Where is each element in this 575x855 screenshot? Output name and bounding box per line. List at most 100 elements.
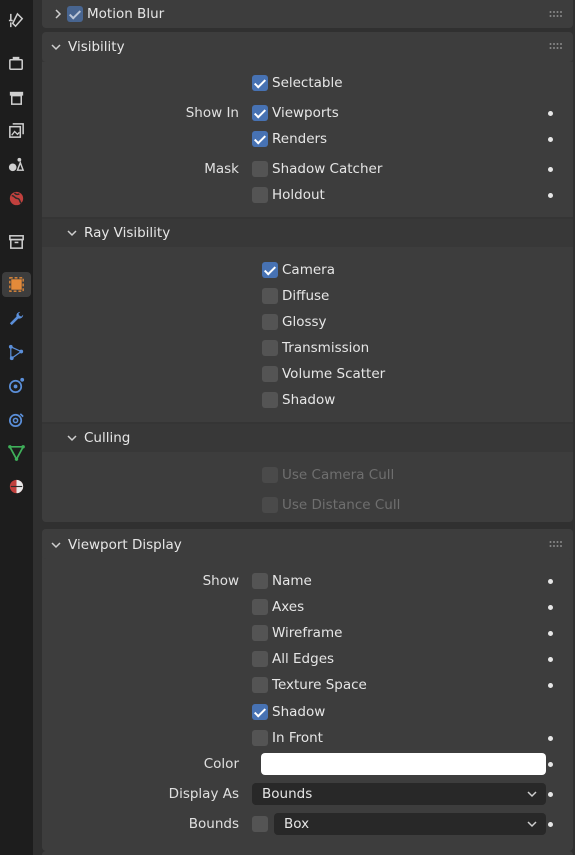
- animate-property-dot[interactable]: [548, 193, 553, 198]
- animate-property-dot[interactable]: [548, 167, 553, 172]
- data-icon[interactable]: [4, 440, 29, 465]
- motion-blur-panel: Motion Blur: [42, 0, 573, 28]
- properties-tab-bar: [0, 0, 33, 855]
- particles-icon[interactable]: [4, 340, 29, 365]
- shadow-catcher-checkbox[interactable]: [252, 161, 268, 177]
- all-edges-checkbox[interactable]: [252, 651, 268, 667]
- in-front-label: In Front: [272, 730, 323, 746]
- viewport-display-title: Viewport Display: [68, 537, 182, 553]
- transmission-ray-checkbox[interactable]: [262, 340, 278, 356]
- chevron-right-icon[interactable]: [52, 8, 64, 20]
- use-distance-cull-label: Use Distance Cull: [282, 497, 401, 513]
- animate-property-dot[interactable]: [548, 631, 553, 636]
- use-camera-cull-checkbox[interactable]: [262, 467, 278, 483]
- next-panel-edge: [42, 851, 573, 855]
- axes-checkbox[interactable]: [252, 599, 268, 615]
- visibility-panel: Visibility Selectable Show In Viewports …: [42, 32, 573, 522]
- modifier-icon[interactable]: [4, 306, 29, 331]
- color-label: Color: [203, 756, 239, 772]
- bounds-type-value: Box: [284, 816, 310, 832]
- viewport-display-header[interactable]: Viewport Display: [42, 529, 573, 559]
- culling-title: Culling: [84, 430, 131, 446]
- chevron-down-icon[interactable]: [66, 227, 78, 239]
- drag-handle-icon[interactable]: [549, 42, 563, 50]
- tool-icon[interactable]: [4, 8, 29, 33]
- volume-scatter-ray-checkbox[interactable]: [262, 366, 278, 382]
- shadow-ray-label: Shadow: [282, 392, 336, 408]
- collection-icon[interactable]: [4, 229, 29, 254]
- chevron-down-icon[interactable]: [50, 539, 62, 551]
- display-as-label: Display As: [168, 786, 239, 802]
- selectable-checkbox[interactable]: [252, 75, 268, 91]
- chevron-down-icon[interactable]: [66, 432, 78, 444]
- display-as-dropdown[interactable]: Bounds: [252, 783, 546, 805]
- chevron-down-icon[interactable]: [50, 41, 62, 53]
- camera-ray-checkbox[interactable]: [262, 262, 278, 278]
- texture-space-label: Texture Space: [272, 677, 367, 693]
- motion-blur-title: Motion Blur: [87, 6, 165, 22]
- animate-property-dot[interactable]: [548, 792, 553, 797]
- bounds-type-dropdown[interactable]: Box: [274, 813, 546, 835]
- holdout-checkbox[interactable]: [252, 187, 268, 203]
- shadow-ray-checkbox[interactable]: [262, 392, 278, 408]
- texture-space-checkbox[interactable]: [252, 677, 268, 693]
- animate-property-dot[interactable]: [548, 683, 553, 688]
- use-distance-cull-checkbox[interactable]: [262, 497, 278, 513]
- motion-blur-checkbox[interactable]: [67, 6, 83, 22]
- viewports-checkbox[interactable]: [252, 105, 268, 121]
- name-checkbox[interactable]: [252, 573, 268, 589]
- render-icon[interactable]: [4, 51, 29, 76]
- color-swatch[interactable]: [261, 753, 546, 775]
- view-layer-icon[interactable]: [4, 118, 29, 143]
- animate-property-dot[interactable]: [548, 822, 553, 827]
- axes-label: Axes: [272, 599, 305, 615]
- animate-property-dot[interactable]: [548, 111, 553, 116]
- bounds-label: Bounds: [188, 816, 239, 832]
- chevron-down-icon: [527, 791, 537, 798]
- shadow-catcher-label: Shadow Catcher: [272, 161, 383, 177]
- drag-handle-icon[interactable]: [549, 540, 563, 548]
- drag-handle-icon[interactable]: [549, 10, 563, 18]
- in-front-checkbox[interactable]: [252, 730, 268, 746]
- visibility-header[interactable]: Visibility: [42, 32, 573, 62]
- selectable-label: Selectable: [272, 75, 343, 91]
- glossy-ray-checkbox[interactable]: [262, 314, 278, 330]
- object-icon[interactable]: [2, 272, 31, 297]
- glossy-ray-label: Glossy: [282, 314, 327, 330]
- diffuse-ray-checkbox[interactable]: [262, 288, 278, 304]
- animate-property-dot[interactable]: [548, 657, 553, 662]
- renders-checkbox[interactable]: [252, 131, 268, 147]
- animate-property-dot[interactable]: [548, 605, 553, 610]
- ray-visibility-title: Ray Visibility: [84, 225, 171, 241]
- shadow-checkbox[interactable]: [252, 704, 268, 720]
- chevron-down-icon: [527, 821, 537, 828]
- animate-property-dot[interactable]: [548, 762, 553, 767]
- animate-property-dot[interactable]: [548, 736, 553, 741]
- show-in-label: Show In: [185, 105, 239, 121]
- camera-ray-label: Camera: [282, 262, 335, 278]
- scene-icon[interactable]: [4, 152, 29, 177]
- animate-property-dot[interactable]: [548, 579, 553, 584]
- wireframe-checkbox[interactable]: [252, 625, 268, 641]
- diffuse-ray-label: Diffuse: [282, 288, 330, 304]
- display-as-value: Bounds: [262, 786, 313, 802]
- output-icon[interactable]: [4, 85, 29, 110]
- world-icon[interactable]: [4, 186, 29, 211]
- culling-header[interactable]: Culling: [42, 424, 573, 452]
- properties-editor: Motion Blur Visibility Selectable Show I…: [33, 0, 575, 855]
- physics-icon[interactable]: [4, 373, 29, 398]
- animate-property-dot[interactable]: [548, 137, 553, 142]
- constraints-icon[interactable]: [4, 407, 29, 432]
- mask-label: Mask: [204, 161, 239, 177]
- holdout-label: Holdout: [272, 187, 325, 203]
- shadow-label: Shadow: [272, 704, 326, 720]
- wireframe-label: Wireframe: [272, 625, 343, 641]
- show-label: Show: [202, 573, 239, 589]
- material-icon[interactable]: [4, 474, 29, 499]
- viewport-display-panel: Viewport Display Show Name Axes Wirefram…: [42, 529, 573, 851]
- renders-label: Renders: [272, 131, 328, 147]
- transmission-ray-label: Transmission: [282, 340, 370, 356]
- show-bounds-checkbox[interactable]: [252, 816, 268, 832]
- visibility-title: Visibility: [68, 39, 125, 55]
- ray-visibility-header[interactable]: Ray Visibility: [42, 219, 573, 247]
